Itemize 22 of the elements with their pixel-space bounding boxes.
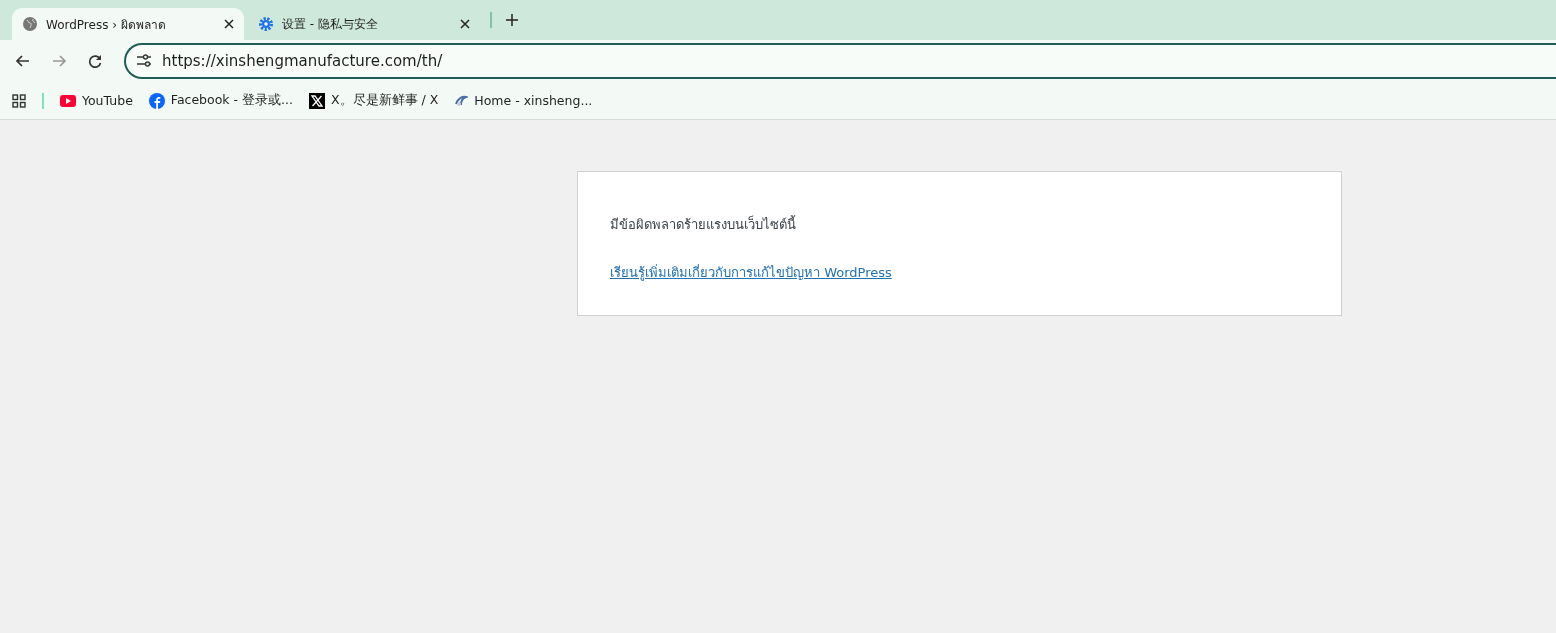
f-logo-icon: [148, 92, 165, 109]
bookmark-label: YouTube: [82, 93, 133, 108]
close-icon[interactable]: [224, 19, 234, 29]
browser-tab[interactable]: 设置 - 隐私与安全: [248, 8, 480, 40]
new-tab-icon[interactable]: [506, 14, 518, 26]
close-icon[interactable]: [460, 19, 470, 29]
address-bar[interactable]: https://xinshengmanufacture.com/th/: [124, 43, 1556, 79]
play-icon: [60, 94, 76, 107]
settings-icon: [258, 16, 274, 32]
globe-icon: [22, 16, 38, 32]
apps-grid-icon[interactable]: [12, 93, 26, 108]
bookmark-item[interactable]: X。尽是新鲜事 / X: [308, 92, 439, 109]
bookmark-label: X。尽是新鲜事 / X: [330, 92, 439, 109]
bookmark-label: Facebook - 登录或...: [170, 92, 293, 109]
bookmark-item[interactable]: Facebook - 登录或...: [148, 92, 293, 109]
error-message: มีข้อผิดพลาดร้ายแรงบนเว็บไซต์นี้: [610, 214, 797, 234]
x-logo-icon: [308, 92, 325, 109]
help-link[interactable]: เรียนรู้เพิ่มเติมเกี่ยวกับการแก้ไขปัญหา WordPress: [610, 265, 892, 280]
site-logo-icon: [454, 93, 469, 108]
bookmark-item[interactable]: YouTube: [60, 93, 133, 108]
browser-tab[interactable]: WordPress › ผิดพลาด: [12, 8, 244, 40]
tune-icon[interactable]: [136, 54, 152, 68]
